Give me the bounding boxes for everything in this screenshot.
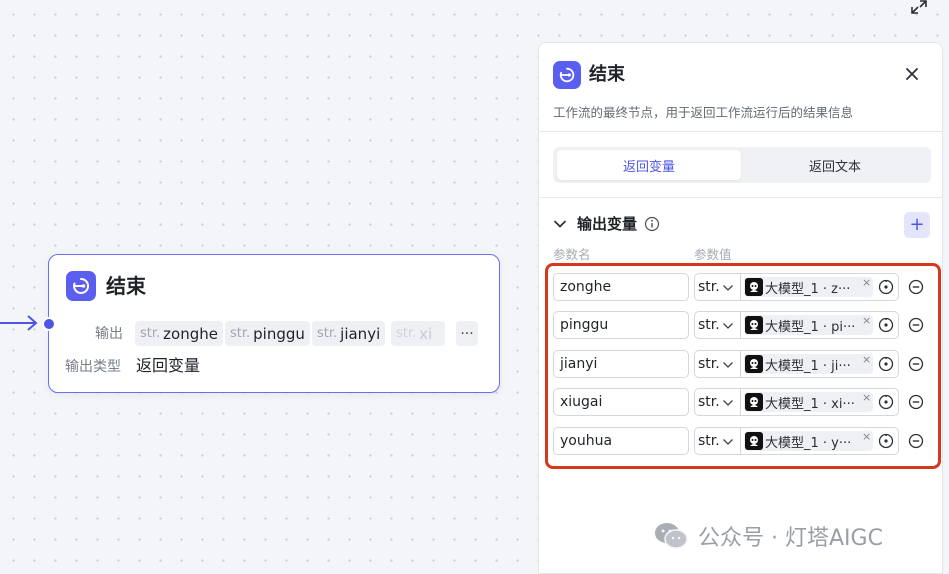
chevron-down-icon (723, 400, 733, 406)
variable-picker-icon[interactable] (878, 433, 894, 449)
variable-row: jianyi str. 大模型_1 · ji··· × (553, 350, 933, 378)
panel-description: 工作流的最终节点，用于返回工作流运行后的结果信息 (553, 105, 854, 120)
remove-row-icon[interactable] (908, 394, 924, 410)
variable-row: youhua str. 大模型_1 · y··· × (553, 427, 933, 455)
variable-reference-chip: 大模型_1 · z··· (744, 277, 873, 297)
variable-value-field[interactable]: 大模型_1 · y··· × (740, 427, 899, 455)
variable-row: zonghe str. 大模型_1 · z··· × (553, 273, 933, 301)
remove-reference-icon[interactable]: × (862, 430, 871, 443)
watermark: 公众号 · 灯塔AIGC (654, 520, 883, 552)
remove-reference-icon[interactable]: × (862, 391, 871, 404)
remove-row-icon[interactable] (908, 279, 924, 295)
node-output-type-value: 返回变量 (136, 356, 201, 375)
variable-type-select[interactable]: str. (694, 311, 740, 339)
variable-picker-icon[interactable] (878, 317, 894, 333)
chevron-down-icon (723, 323, 733, 329)
variable-value-field[interactable]: 大模型_1 · xi··· × (740, 388, 899, 416)
add-variable-button[interactable]: + (904, 212, 930, 238)
variable-name-input[interactable]: jianyi (553, 350, 689, 378)
column-header-name: 参数名 (553, 247, 591, 262)
node-output-chip: str. jianyi (312, 321, 386, 346)
variable-name-input[interactable]: zonghe (553, 273, 689, 301)
remove-row-icon[interactable] (908, 433, 924, 449)
variable-reference-chip: 大模型_1 · xi··· (744, 392, 873, 412)
chevron-down-icon (723, 285, 733, 291)
variable-type-select[interactable]: str. (694, 388, 740, 416)
variable-value-field[interactable]: 大模型_1 · ji··· × (740, 350, 899, 378)
node-title: 结束 (106, 274, 146, 298)
variable-value-field[interactable]: 大模型_1 · z··· × (740, 273, 899, 301)
remove-reference-icon[interactable]: × (862, 314, 871, 327)
variable-name-input[interactable]: youhua (553, 427, 689, 455)
node-output-label: 输出 (95, 326, 123, 342)
remove-row-icon[interactable] (908, 356, 924, 372)
end-node[interactable]: 结束 输出 str. zonghe str. pinggu str. jianyi s… (42, 254, 500, 393)
variable-picker-icon[interactable] (878, 279, 894, 295)
output-mode-tabs: 返回变量 返回文本 (553, 147, 931, 183)
divider (539, 131, 942, 132)
variable-type-select[interactable]: str. (694, 350, 740, 378)
variable-reference-chip: 大模型_1 · ji··· (744, 354, 873, 374)
variable-type-select[interactable]: str. (694, 427, 740, 455)
tab-return-variables[interactable]: 返回变量 (557, 150, 741, 180)
variable-picker-icon[interactable] (878, 356, 894, 372)
panel-title: 结束 (589, 64, 625, 85)
llm-node-icon (745, 355, 763, 373)
end-node-icon (553, 61, 581, 89)
remove-reference-icon[interactable]: × (862, 276, 871, 289)
variable-value-field[interactable]: 大模型_1 · pi··· × (740, 311, 899, 339)
column-header-value: 参数值 (694, 247, 732, 262)
close-icon[interactable] (904, 66, 920, 82)
variable-reference-chip: 大模型_1 · y··· (744, 431, 873, 451)
end-node-settings-panel: 结束 工作流的最终节点，用于返回工作流运行后的结果信息 返回变量 返回文本 输出… (538, 42, 943, 574)
end-node-icon (66, 271, 96, 301)
chevron-down-icon (723, 362, 733, 368)
chevron-down-icon (723, 439, 733, 445)
chevron-down-icon[interactable] (553, 217, 567, 231)
watermark-text: 公众号 · 灯塔AIGC (698, 526, 883, 551)
remove-row-icon[interactable] (908, 317, 924, 333)
variable-row: pinggu str. 大模型_1 · pi··· × (553, 311, 933, 339)
more-outputs-button[interactable]: ··· (456, 321, 478, 346)
llm-node-icon (745, 278, 763, 296)
variable-picker-icon[interactable] (878, 394, 894, 410)
node-output-chip: str. xi (391, 321, 445, 346)
variable-name-input[interactable]: pinggu (553, 311, 689, 339)
variable-type-select[interactable]: str. (694, 273, 740, 301)
node-output-chip: str. zonghe (135, 321, 223, 346)
remove-reference-icon[interactable]: × (862, 353, 871, 366)
node-output-type-label: 输出类型 (65, 359, 121, 375)
node-input-handle[interactable] (42, 317, 56, 331)
variable-reference-chip: 大模型_1 · pi··· (744, 315, 873, 335)
divider (539, 197, 942, 198)
expand-icon[interactable] (911, 0, 927, 14)
llm-node-icon (745, 393, 763, 411)
variable-row: xiugai str. 大模型_1 · xi··· × (553, 388, 933, 416)
section-title: 输出变量 (577, 215, 638, 233)
llm-node-icon (745, 432, 763, 450)
info-icon[interactable] (644, 216, 660, 232)
wechat-icon (655, 523, 688, 549)
node-output-chip: str. pinggu (225, 321, 310, 346)
variable-name-input[interactable]: xiugai (553, 388, 689, 416)
llm-node-icon (745, 316, 763, 334)
tab-return-text[interactable]: 返回文本 (743, 150, 927, 180)
